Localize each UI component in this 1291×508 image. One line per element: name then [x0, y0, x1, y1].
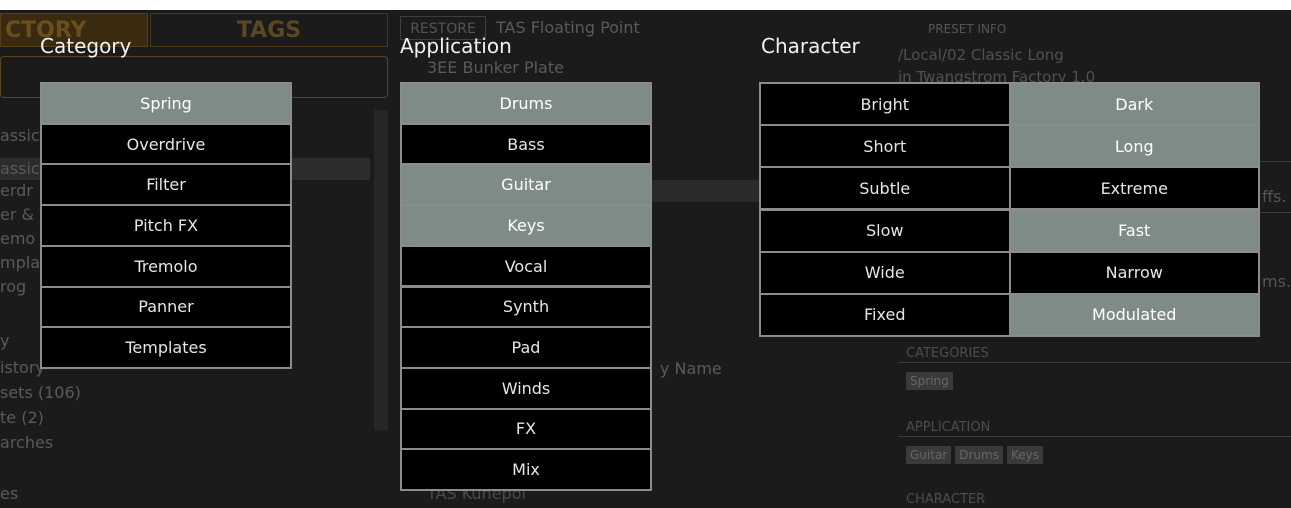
category-tag-pitch-fx[interactable]: Pitch FX	[42, 206, 290, 245]
character-title: Character	[761, 34, 860, 58]
application-tag-vocal[interactable]: Vocal	[402, 246, 650, 286]
name-column-header[interactable]: y Name	[660, 359, 722, 378]
side-list-item[interactable]: assic	[0, 159, 40, 178]
categories-label: CATEGORIES	[906, 346, 989, 361]
side-list-item[interactable]: er &	[0, 205, 34, 224]
side-list-item[interactable]: istory	[0, 358, 45, 377]
side-list-item[interactable]: emo	[0, 229, 35, 248]
category-tag-panner[interactable]: Panner	[42, 287, 290, 327]
character-tag-dark[interactable]: Dark	[1010, 84, 1258, 125]
character-tag-bright[interactable]: Bright	[761, 84, 1009, 125]
application-tag-synth[interactable]: Synth	[402, 287, 650, 327]
character-grid: Bright Dark Short Long Subtle Extreme Slow Fast…	[759, 82, 1260, 337]
preset-info-title: PRESET INFO	[928, 22, 1007, 36]
side-list-item[interactable]: sets (106)	[0, 383, 81, 402]
category-tag-filter[interactable]: Filter	[42, 165, 290, 205]
side-list-item[interactable]: arches	[0, 433, 53, 452]
character-tag-modulated[interactable]: Modulated	[1010, 294, 1258, 335]
application-tag-keys[interactable]: Keys	[402, 206, 650, 245]
character-tag-wide[interactable]: Wide	[761, 252, 1009, 293]
category-tag-spring[interactable]: Spring	[42, 84, 290, 123]
character-label: CHARACTER	[906, 492, 986, 507]
list-scrollbar[interactable]	[374, 110, 388, 430]
side-list-item[interactable]: assic	[0, 126, 40, 145]
category-tag-overdrive[interactable]: Overdrive	[42, 124, 290, 164]
category-chips: Spring	[906, 370, 957, 390]
side-list-item[interactable]: rog	[0, 277, 26, 296]
character-tag-long[interactable]: Long	[1010, 126, 1258, 167]
application-tag-fx[interactable]: FX	[402, 409, 650, 449]
application-tag-bass[interactable]: Bass	[402, 124, 650, 164]
side-list-item[interactable]: y	[0, 331, 9, 350]
character-tag-fast[interactable]: Fast	[1010, 210, 1258, 251]
character-tag-narrow[interactable]: Narrow	[1010, 252, 1258, 293]
tag-editor-screen: CTORY TAGS assic assic erdr er & emo mpl…	[0, 0, 1291, 508]
application-grid: Drums Bass Guitar Keys Vocal Synth Pad Winds FX M…	[400, 82, 652, 491]
character-tag-extreme[interactable]: Extreme	[1010, 168, 1258, 209]
category-title: Category	[40, 34, 132, 58]
character-tag-slow[interactable]: Slow	[761, 210, 1009, 251]
truncated-text: ms.	[1262, 272, 1291, 291]
application-tag-pad[interactable]: Pad	[402, 328, 650, 367]
preset-name: TAS Floating Point	[496, 18, 640, 37]
side-list-item[interactable]: es	[0, 484, 18, 503]
application-tag-mix[interactable]: Mix	[402, 450, 650, 489]
window-top-strip	[0, 0, 1291, 10]
tag-chip: Drums	[955, 446, 1003, 464]
application-label: APPLICATION	[906, 420, 991, 435]
side-list-item[interactable]: erdr	[0, 181, 33, 200]
character-tag-subtle[interactable]: Subtle	[761, 168, 1009, 209]
application-chips: Guitar Drums Keys	[906, 444, 1047, 464]
truncated-text: ffs.	[1262, 187, 1287, 206]
category-tag-tremolo[interactable]: Tremolo	[42, 246, 290, 286]
divider	[898, 362, 1291, 363]
side-list-item[interactable]: te (2)	[0, 408, 44, 427]
side-list-item[interactable]: mpla	[0, 253, 40, 272]
application-tag-drums[interactable]: Drums	[402, 84, 650, 123]
character-tag-short[interactable]: Short	[761, 126, 1009, 167]
tab-tags[interactable]: TAGS	[150, 13, 388, 47]
application-tag-guitar[interactable]: Guitar	[402, 165, 650, 205]
browser-preset-item[interactable]: 3EE Bunker Plate	[427, 58, 564, 77]
tag-chip: Spring	[906, 372, 953, 390]
tag-chip: Keys	[1006, 446, 1043, 464]
application-title: Application	[400, 34, 512, 58]
tag-chip: Guitar	[906, 446, 952, 464]
browser-selection-highlight	[650, 180, 760, 202]
category-grid: Spring Overdrive Filter Pitch FX Tremolo Pann…	[40, 82, 292, 369]
application-tag-winds[interactable]: Winds	[402, 368, 650, 408]
category-tag-templates[interactable]: Templates	[42, 328, 290, 367]
preset-info-path: /Local/02 Classic Long	[898, 46, 1064, 64]
character-tag-fixed[interactable]: Fixed	[761, 294, 1009, 335]
divider	[898, 436, 1291, 437]
